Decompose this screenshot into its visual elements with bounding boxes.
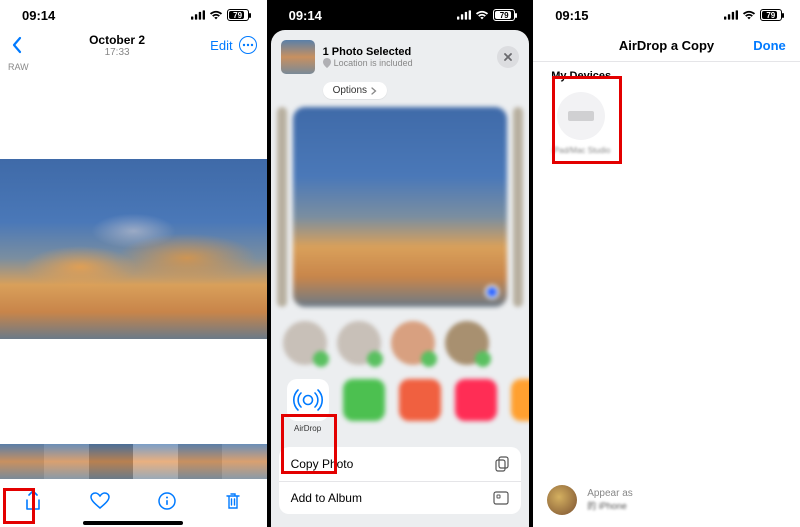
action-label: Add to Album	[291, 491, 362, 505]
home-indicator[interactable]	[83, 521, 183, 525]
share-contact-1[interactable]	[283, 321, 327, 365]
edit-button[interactable]: Edit	[210, 38, 232, 53]
raw-badge: RAW	[0, 60, 267, 74]
share-contact-3[interactable]	[391, 321, 435, 365]
share-sheet: 1 Photo Selected Location is included Op…	[271, 30, 530, 527]
highlight-share-button	[3, 488, 35, 524]
battery-indicator: 79	[227, 9, 249, 21]
status-bar: 09:14 79	[0, 0, 267, 30]
preview-selected-photo[interactable]	[293, 107, 508, 307]
photo-view[interactable]	[0, 159, 267, 339]
battery-indicator: 79	[493, 9, 515, 21]
status-bar: 09:15 79	[533, 0, 800, 30]
preview-next[interactable]	[513, 107, 523, 307]
cellular-signal-icon	[724, 9, 738, 21]
trash-icon	[225, 491, 241, 511]
heart-icon	[90, 492, 110, 510]
phone-screen-airdrop: 09:15 79 AirDrop a Copy Done My Devices …	[533, 0, 800, 527]
status-indicators: 79	[457, 9, 515, 21]
cellular-signal-icon	[457, 9, 471, 21]
wifi-icon	[742, 9, 756, 21]
contacts-row	[271, 307, 530, 371]
nav-bar: October 2 17:33 Edit	[0, 30, 267, 60]
close-icon	[503, 52, 513, 62]
highlight-device	[552, 76, 622, 164]
done-button[interactable]: Done	[753, 38, 786, 53]
status-indicators: 79	[191, 9, 249, 21]
selection-check-icon[interactable]	[485, 285, 499, 299]
appear-as-label: Appear as	[587, 488, 633, 499]
favorite-button[interactable]	[89, 490, 111, 512]
status-time: 09:14	[289, 8, 322, 23]
status-bar: 09:14 79	[267, 0, 534, 30]
user-avatar	[547, 485, 577, 515]
action-add-to-album[interactable]: Add to Album	[279, 482, 522, 514]
location-pin-icon	[323, 58, 331, 68]
chevron-right-icon	[371, 87, 377, 95]
phone-screen-photos-detail: 09:14 79 October 2 17:33 Edit RAW	[0, 0, 267, 527]
chevron-left-icon	[10, 35, 24, 55]
share-app-3[interactable]	[399, 379, 441, 421]
appear-as-value: 的 iPhone	[587, 499, 633, 512]
copy-icon	[495, 456, 509, 472]
share-app-2[interactable]	[343, 379, 385, 421]
nav-bar: AirDrop a Copy Done	[533, 30, 800, 62]
ellipsis-icon	[242, 43, 254, 47]
more-button[interactable]	[239, 36, 257, 54]
phone-screen-share-sheet: 09:14 79 1 Photo Selected Location is in…	[267, 0, 534, 527]
share-sheet-title: 1 Photo Selected	[323, 46, 490, 58]
share-sheet-thumbnail	[281, 40, 315, 74]
bottom-toolbar	[0, 483, 267, 519]
share-sheet-subtitle: Location is included	[323, 58, 490, 68]
info-button[interactable]	[156, 490, 178, 512]
share-sheet-header: 1 Photo Selected Location is included	[271, 30, 530, 78]
wifi-icon	[475, 9, 489, 21]
status-time: 09:15	[555, 8, 588, 23]
photo-thumbnail-strip[interactable]	[0, 444, 267, 479]
photo-date-title: October 2 17:33	[89, 33, 145, 58]
airdrop-icon	[293, 385, 323, 415]
share-app-4[interactable]	[455, 379, 497, 421]
photo-time: 17:33	[89, 47, 145, 58]
share-preview-row	[271, 107, 530, 307]
photo-date: October 2	[89, 33, 145, 47]
cellular-signal-icon	[191, 9, 205, 21]
info-icon	[158, 492, 176, 510]
battery-indicator: 79	[760, 9, 782, 21]
back-button[interactable]	[10, 35, 24, 55]
album-icon	[493, 491, 509, 505]
status-indicators: 79	[724, 9, 782, 21]
wifi-icon	[209, 9, 223, 21]
delete-button[interactable]	[222, 490, 244, 512]
close-button[interactable]	[497, 46, 519, 68]
share-app-5[interactable]	[511, 379, 530, 421]
share-contact-2[interactable]	[337, 321, 381, 365]
appear-as-row[interactable]: Appear as 的 iPhone	[547, 485, 786, 515]
preview-prev[interactable]	[277, 107, 287, 307]
highlight-airdrop	[281, 414, 337, 474]
nav-right-actions: Edit	[210, 36, 256, 54]
share-contact-4[interactable]	[445, 321, 489, 365]
page-title: AirDrop a Copy	[619, 38, 714, 53]
options-button[interactable]: Options	[323, 82, 387, 99]
status-time: 09:14	[22, 8, 55, 23]
